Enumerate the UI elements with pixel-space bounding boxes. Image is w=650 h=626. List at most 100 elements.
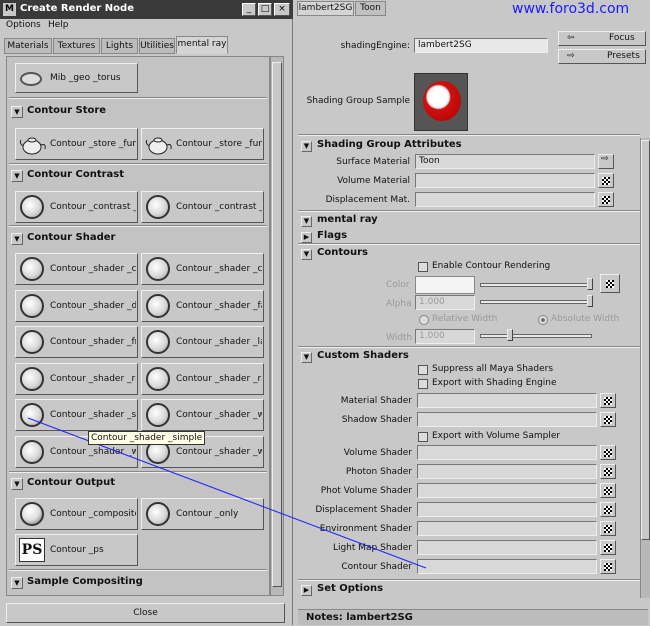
node-button-contour-composite[interactable]: Contour _composite (15, 498, 138, 530)
node-button-contour-shader-simple[interactable]: Contour _shader _sin (15, 399, 138, 431)
section-header-contour-output[interactable]: ▼ Contour Output (9, 474, 267, 492)
node-button-geo-torus[interactable]: Mib _geo _torus (15, 63, 138, 93)
map-button-icon[interactable] (600, 540, 616, 555)
tab-textures[interactable]: Textures (53, 38, 100, 54)
close-icon[interactable]: × (274, 3, 290, 16)
node-button-contour-shader-rar[interactable]: Contour _shader _rar (15, 363, 138, 395)
menu-help[interactable]: Help (48, 20, 69, 30)
node-button-contour-store-func[interactable]: Contour _store _func (15, 128, 138, 160)
color-slider-handle[interactable] (587, 278, 593, 290)
environment-shader-field[interactable] (417, 521, 597, 536)
node-button-contour-shader-cur-2[interactable]: Contour _shader _cur (141, 253, 264, 285)
section-custom-shaders[interactable]: ▼ Custom Shaders (298, 348, 640, 364)
node-button-contour-shader-wi[interactable]: Contour _shader _wi (141, 399, 264, 431)
expand-triangle-icon[interactable]: ▶ (301, 585, 312, 596)
maximize-icon[interactable]: □ (258, 3, 272, 16)
map-button-icon[interactable] (600, 521, 616, 536)
window-titlebar[interactable]: M Create Render Node _ □ × (0, 0, 293, 19)
contour-color-swatch[interactable] (415, 276, 475, 294)
section-header-contour-contrast[interactable]: ▼ Contour Contrast (9, 166, 267, 184)
surface-material-field[interactable]: Toon (415, 154, 595, 169)
node-button-contour-contrast-2[interactable]: Contour _contrast _fu (141, 191, 264, 223)
map-button-icon[interactable] (600, 464, 616, 479)
notes-bar[interactable]: Notes: lambert2SG (298, 609, 648, 625)
material-shader-field[interactable] (417, 393, 597, 408)
node-button-contour-store-func-2[interactable]: Contour _store _func (141, 128, 264, 160)
tab-lights[interactable]: Lights (101, 38, 138, 54)
scrollbar-thumb[interactable] (272, 62, 282, 587)
section-header-contour-shader[interactable]: ▼ Contour Shader (9, 229, 267, 247)
collapse-triangle-icon[interactable]: ▼ (301, 141, 312, 152)
absolute-width-radio[interactable] (538, 315, 548, 325)
photon-shader-field[interactable] (417, 464, 597, 479)
export-shading-engine-checkbox[interactable] (418, 379, 428, 389)
collapse-triangle-icon[interactable]: ▼ (11, 233, 23, 245)
tab-utilities[interactable]: Utilities (139, 38, 175, 54)
node-list-scroll-area[interactable]: Mib _geo _torus ▼ Contour Store Contour _… (6, 56, 270, 596)
node-button-contour-contrast[interactable]: Contour _contrast _fu (15, 191, 138, 223)
scrollbar-thumb[interactable] (641, 140, 650, 540)
tab-toon[interactable]: Toon (355, 1, 386, 16)
section-header-contour-store[interactable]: ▼ Contour Store (9, 102, 267, 120)
section-set-options[interactable]: ▶ Set Options (298, 581, 640, 597)
section-shading-group-attributes[interactable]: ▼ Shading Group Attributes (298, 137, 640, 153)
minimize-icon[interactable]: _ (242, 3, 256, 16)
enable-contour-checkbox[interactable] (418, 262, 428, 272)
alpha-slider[interactable] (480, 300, 592, 304)
shading-engine-field[interactable]: lambert2SG (414, 38, 548, 53)
alpha-field[interactable]: 1.000 (415, 295, 475, 310)
attribute-editor-scrollbar[interactable] (640, 138, 650, 598)
node-button-contour-shader-fra[interactable]: Contour _shader _fra (15, 326, 138, 358)
alpha-slider-handle[interactable] (587, 295, 593, 307)
color-slider[interactable] (480, 283, 592, 287)
map-button-icon[interactable] (600, 274, 620, 293)
width-slider[interactable] (480, 334, 592, 338)
volume-material-field[interactable] (415, 173, 595, 188)
light-map-shader-field[interactable] (417, 540, 597, 555)
map-button-icon[interactable] (600, 559, 616, 574)
node-button-contour-ps[interactable]: PS Contour _ps (15, 534, 138, 566)
width-field[interactable]: 1.000 (415, 329, 475, 344)
map-button-icon[interactable] (598, 173, 614, 188)
map-button-icon[interactable] (600, 483, 616, 498)
node-button-contour-shader-cur[interactable]: Contour _shader _cur (15, 253, 138, 285)
vertical-scrollbar[interactable] (270, 56, 284, 596)
map-button-icon[interactable] (600, 393, 616, 408)
contour-shader-field[interactable] (417, 559, 597, 574)
presets-button[interactable]: ⇨ Presets (558, 49, 646, 64)
menu-options[interactable]: Options (6, 20, 41, 30)
section-header-sample-compositing[interactable]: ▼ Sample Compositing (9, 573, 267, 591)
phot-volume-shader-field[interactable] (417, 483, 597, 498)
tab-mental-ray[interactable]: mental ray (176, 36, 228, 54)
node-button-contour-shader-lay[interactable]: Contour _shader _lay (141, 326, 264, 358)
suppress-shaders-checkbox[interactable] (418, 365, 428, 375)
connected-node-icon[interactable]: ⇨ (598, 154, 614, 169)
map-button-icon[interactable] (600, 412, 616, 427)
node-button-contour-shader-de[interactable]: Contour _shader _de (15, 290, 138, 322)
tab-lambert2sg[interactable]: lambert2SG (297, 1, 354, 16)
collapse-triangle-icon[interactable]: ▼ (301, 216, 312, 227)
focus-button[interactable]: ⇦ Focus (558, 31, 646, 46)
collapse-triangle-icon[interactable]: ▼ (301, 352, 312, 363)
map-button-icon[interactable] (598, 192, 614, 207)
node-button-contour-only[interactable]: Contour _only (141, 498, 264, 530)
collapse-triangle-icon[interactable]: ▼ (11, 170, 23, 182)
relative-width-radio[interactable] (419, 315, 429, 325)
close-button[interactable]: Close (6, 603, 285, 623)
expand-triangle-icon[interactable]: ▶ (301, 232, 312, 243)
section-contours[interactable]: ▼ Contours (298, 245, 640, 261)
width-slider-handle[interactable] (507, 329, 513, 341)
displacement-mat-field[interactable] (415, 192, 595, 207)
section-mental-ray[interactable]: ▼ mental ray (298, 212, 640, 228)
node-button-contour-shader-fac[interactable]: Contour _shader _fac (141, 290, 264, 322)
volume-shader-field[interactable] (417, 445, 597, 460)
displacement-shader-field[interactable] (417, 502, 597, 517)
section-flags[interactable]: ▶ Flags (298, 228, 640, 244)
shadow-shader-field[interactable] (417, 412, 597, 427)
export-volume-sampler-checkbox[interactable] (418, 432, 428, 442)
collapse-triangle-icon[interactable]: ▼ (11, 478, 23, 490)
node-button-contour-shader-rar-2[interactable]: Contour _shader _rar (141, 363, 264, 395)
tab-materials[interactable]: Materials (4, 38, 52, 54)
collapse-triangle-icon[interactable]: ▼ (11, 106, 23, 118)
map-button-icon[interactable] (600, 502, 616, 517)
